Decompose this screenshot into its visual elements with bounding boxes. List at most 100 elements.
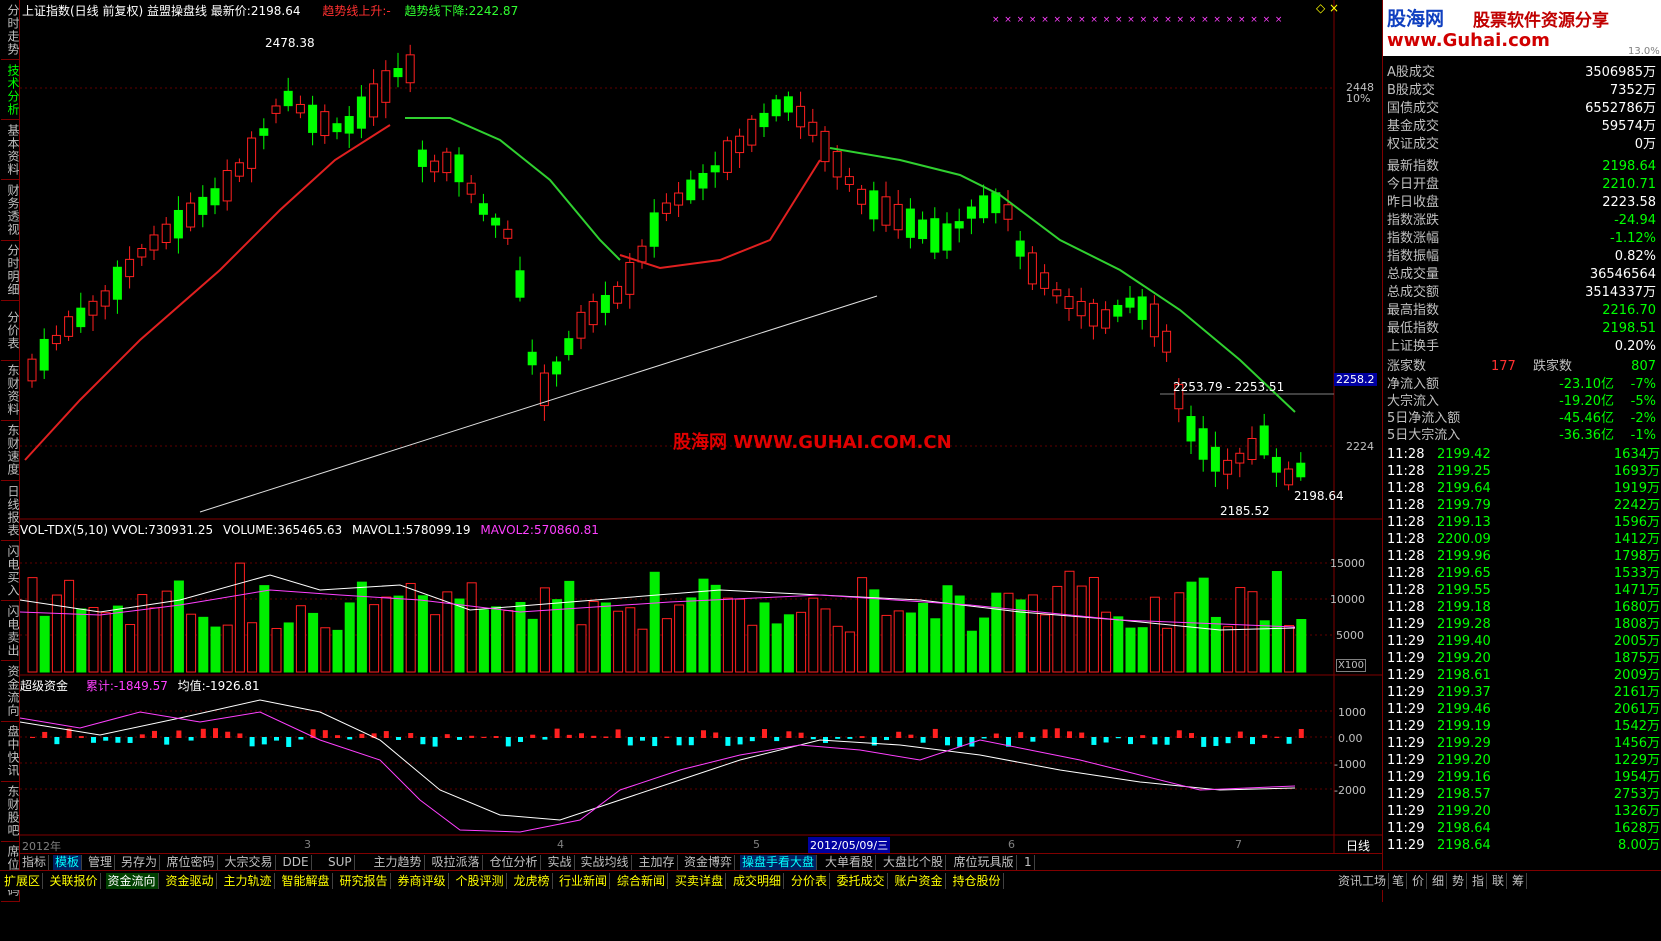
panel-tab-5[interactable]: 指 <box>1470 873 1488 889</box>
tick-price: 2199.29 <box>1437 736 1491 751</box>
sidebar-tab-13[interactable]: 东财股吧 <box>1 782 19 842</box>
fund-bar <box>298 737 304 740</box>
indicator-tab-2[interactable]: 管理 <box>86 855 116 870</box>
candle-body <box>991 192 1001 214</box>
volume-bar <box>686 597 697 673</box>
sidebar-tab-4[interactable]: 分时明细 <box>1 241 19 301</box>
tick-time: 11:29 <box>1387 804 1425 819</box>
panel-tab-7[interactable]: 筹 <box>1510 873 1528 889</box>
indicator-tab-5[interactable]: 大宗交易 <box>223 855 276 870</box>
bottom-tab-16[interactable]: 账户资金 <box>893 873 946 889</box>
indicator-tab-0[interactable]: 指标 <box>20 855 50 870</box>
marker-x: × <box>1250 15 1258 25</box>
volume-bar <box>503 610 514 673</box>
bottom-tab-8[interactable]: 个股评测 <box>454 873 507 889</box>
fund-bar <box>908 734 914 738</box>
bottom-tab-13[interactable]: 成交明细 <box>731 873 785 889</box>
sidebar-tab-7[interactable]: 东财速度 <box>1 421 19 482</box>
candle-body <box>527 351 537 366</box>
indicator-tab-1[interactable]: 模板 <box>53 855 83 870</box>
tick-row: 11:29 2199.40 2005万 <box>1383 633 1661 650</box>
index-row: 最高指数 2216.70 <box>1383 302 1661 320</box>
sidebar-tab-12[interactable]: 盘中快讯 <box>1 722 19 782</box>
bottom-tab-7[interactable]: 券商评级 <box>396 873 449 889</box>
sidebar-tab-11[interactable]: 资金流向 <box>1 661 19 722</box>
volume-bar <box>1271 571 1282 673</box>
sidebar-tab-6[interactable]: 东财资料 <box>1 361 19 421</box>
bottom-tab-17[interactable]: 持仓股份 <box>951 873 1004 889</box>
tick-time: 11:29 <box>1387 634 1425 649</box>
panel-tab-0[interactable]: 资讯工场 <box>1336 873 1390 889</box>
volume-bar <box>1247 591 1258 673</box>
candle-body <box>1296 462 1306 478</box>
bottom-tab-14[interactable]: 分价表 <box>789 873 831 889</box>
bottom-tab-11[interactable]: 综合新闻 <box>615 873 669 889</box>
tick-row: 11:29 2199.37 2161万 <box>1383 684 1661 701</box>
period-label[interactable]: 日线 <box>1346 837 1370 854</box>
chart-area[interactable]: × × × × × × × × × × × × × × × × × × × × × × × × 上证指数(日线 前复权) 益盟… <box>20 0 1405 902</box>
tick-price: 2199.64 <box>1437 481 1491 496</box>
sidebar-tab-2[interactable]: 基本资料 <box>1 120 19 181</box>
ma-green-2 <box>829 147 1296 413</box>
fund-bar <box>566 734 572 738</box>
indicator-tab-18[interactable]: 席位玩具版 <box>952 855 1017 870</box>
panel-tab-6[interactable]: 联 <box>1490 873 1508 889</box>
sidebar-tab-9[interactable]: 闪电买入 <box>1 541 19 602</box>
candle-body <box>1088 302 1098 327</box>
volume-bar <box>393 595 404 673</box>
sidebar-tab-1[interactable]: 技术分析 <box>1 60 19 121</box>
indicator-tab-9[interactable]: 吸拉派落 <box>430 855 483 870</box>
indicator-tab-16[interactable]: 大单看股 <box>823 855 877 870</box>
bottom-tab-2[interactable]: 资金流向 <box>105 873 159 889</box>
indicator-tab-7[interactable]: SUP <box>326 855 355 870</box>
indicator-tab-11[interactable]: 实战 <box>546 855 575 870</box>
tick-row: 11:28 2199.64 1919万 <box>1383 480 1661 497</box>
candle-body <box>100 290 110 307</box>
fund-bar <box>408 733 414 738</box>
indicator-tab-6[interactable]: DDE <box>281 855 312 870</box>
tick-volume: 1693万 <box>1613 464 1660 479</box>
indicator-tab-3[interactable]: 另存为 <box>119 855 161 870</box>
sidebar-tab-3[interactable]: 财务透视 <box>1 180 19 241</box>
indicator-tab-15[interactable]: 操盘手看大盘 <box>740 855 818 870</box>
bottom-tab-0[interactable]: 扩展区 <box>2 873 44 889</box>
bottom-tab-9[interactable]: 龙虎榜 <box>512 873 553 889</box>
indicator-tab-4[interactable]: 席位密码 <box>165 855 218 870</box>
tick-volume: 8.00万 <box>1618 838 1660 853</box>
tick-volume: 1919万 <box>1613 481 1660 496</box>
indicator-tab-17[interactable]: 大盘比个股 <box>881 855 947 870</box>
bottom-tab-4[interactable]: 主力轨迹 <box>222 873 275 889</box>
panel-tab-1[interactable]: 笔 <box>1390 873 1408 889</box>
sidebar-tab-5[interactable]: 分价表 <box>1 301 19 361</box>
sidebar-tab-0[interactable]: 分时走势 <box>1 0 19 61</box>
indicator-tab-12[interactable]: 实战均线 <box>579 855 632 870</box>
marker-x: × <box>1226 15 1234 25</box>
panel-tab-4[interactable]: 势 <box>1450 873 1468 889</box>
sidebar-tab-8[interactable]: 日线报表 <box>1 481 19 542</box>
bottom-tab-6[interactable]: 研究报告 <box>338 873 391 889</box>
indicator-tab-19[interactable]: 1 <box>1022 855 1035 870</box>
panel-tab-3[interactable]: 细 <box>1430 873 1448 889</box>
fund-bar <box>1274 736 1280 738</box>
tick-volume: 1596万 <box>1613 515 1660 530</box>
panel-tab-2[interactable]: 价 <box>1410 873 1428 889</box>
kline-chart[interactable]: × × × × × × × × × × × × × × × × × × × × × × × × <box>20 0 1382 853</box>
bottom-tab-5[interactable]: 智能解盘 <box>280 873 333 889</box>
window-controls[interactable]: ◇ × <box>1316 1 1339 15</box>
vol-unit: X100 <box>1336 659 1366 672</box>
bottom-tab-10[interactable]: 行业新闻 <box>557 873 611 889</box>
candle-body <box>735 135 745 154</box>
indicator-tab-10[interactable]: 仓位分析 <box>488 855 541 870</box>
fund-header: 超级资金 累计:-1849.57 均值:-1926.81 <box>20 677 260 694</box>
bottom-tab-12[interactable]: 买卖详盘 <box>673 873 727 889</box>
bottom-tab-3[interactable]: 资金驱动 <box>164 873 217 889</box>
marker-x: × <box>1152 15 1160 25</box>
volume-bar <box>991 592 1002 673</box>
bottom-tab-1[interactable]: 关联报价 <box>48 873 101 889</box>
indicator-tab-13[interactable]: 主加存 <box>637 855 678 870</box>
indicator-tab-14[interactable]: 资金博弈 <box>682 855 736 870</box>
volume-bar <box>1198 577 1209 673</box>
bottom-tab-15[interactable]: 委托成交 <box>835 873 888 889</box>
indicator-tab-8[interactable]: 主力趋势 <box>372 855 425 870</box>
sidebar-tab-10[interactable]: 闪电卖出 <box>1 601 19 662</box>
